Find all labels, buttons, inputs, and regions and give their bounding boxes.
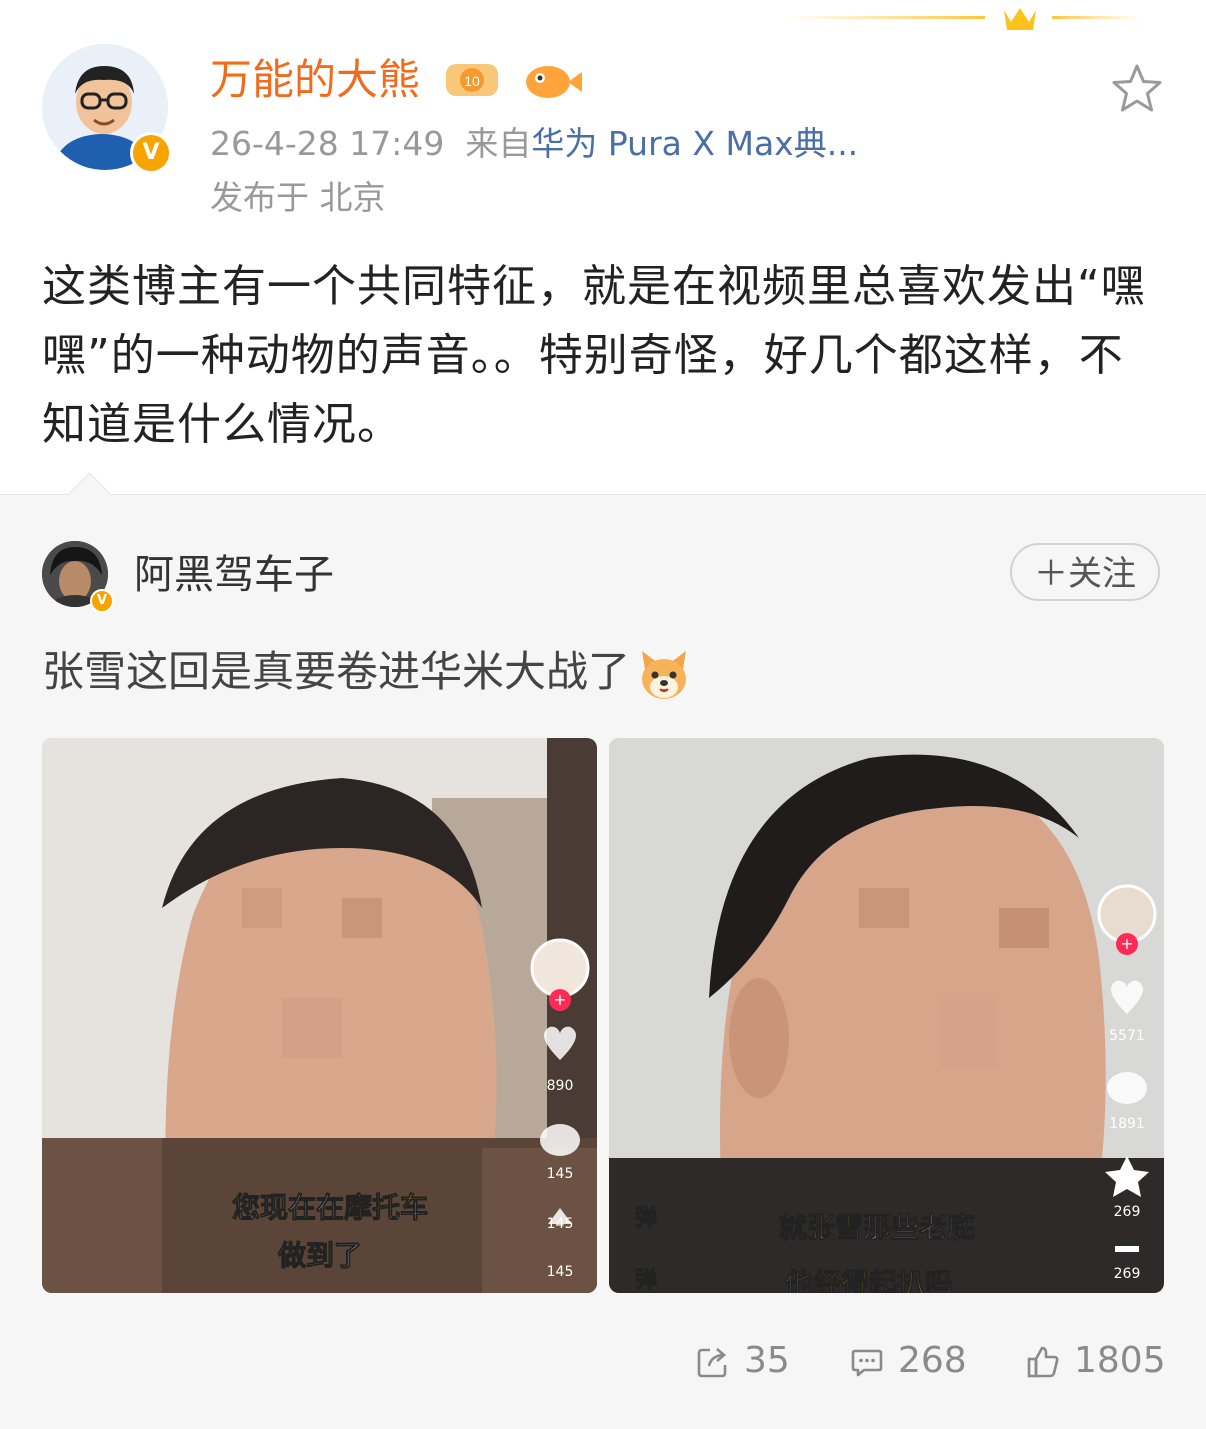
video2-share-count: 269 (1113, 1266, 1141, 1282)
video1-extra-count: 145 (546, 1264, 574, 1280)
comment-count: 268 (898, 1340, 967, 1381)
repost-body-text: 张雪这回是真要卷进华米大战了 (42, 647, 631, 696)
crown-decoration-icon (780, 8, 1142, 30)
reposted-card[interactable]: V 阿黑驾车子 ＋关注 张雪这回是真要卷进华米大战了 + 890 145 145… (0, 472, 1206, 1429)
thumbs-up-icon (1027, 1346, 1059, 1378)
video1-share-count: 145 (546, 1216, 574, 1232)
video2-favorite-count: 269 (1113, 1204, 1141, 1220)
video2-danmaku-label-1[interactable]: 弹 (634, 1200, 657, 1232)
post-meta: 26-4-28 17:49 来自华为 Pura X Max典... (210, 122, 858, 166)
favorite-star-icon[interactable] (1110, 62, 1164, 116)
svg-text:+: + (553, 990, 566, 1009)
video1-caption-line1: 您现在在摩托车 (231, 1191, 429, 1225)
post-header: V 万能的大熊 10 26-4-28 17:49 来自华为 Pura X Max… (42, 44, 1172, 224)
dog-emoji-icon (642, 650, 687, 699)
video2-comment-count: 1891 (1109, 1116, 1145, 1132)
like-action[interactable]: 1805 (1026, 1331, 1166, 1391)
source-device-link[interactable]: 华为 Pura X Max典... (531, 124, 858, 163)
repost-count: 35 (744, 1340, 790, 1381)
repost-action[interactable]: 35 (696, 1331, 790, 1391)
video-thumbnail-2[interactable]: + 5571 1891 269 269 弹 弹 就张雪那些老底 他经得起扒吗 (609, 738, 1164, 1293)
video2-caption-line1: 就张雪那些老底 (778, 1211, 976, 1245)
comment-action[interactable]: 268 (850, 1331, 967, 1391)
svg-text:+: + (1120, 934, 1133, 953)
repost-verified-badge-icon: V (90, 589, 114, 613)
video-thumbnail-1[interactable]: + 890 145 145 145 您现在在摩托车 做到了 (42, 738, 597, 1293)
author-name[interactable]: 万能的大熊 (210, 54, 420, 106)
post-location: 发布于 北京 (210, 178, 386, 217)
repost-body: 张雪这回是真要卷进华米大战了 (42, 641, 692, 703)
repost-icon (697, 1348, 727, 1378)
comment-icon (851, 1349, 883, 1377)
source-prefix: 来自 (465, 124, 532, 163)
card-notch (67, 472, 112, 517)
member-badges-icon: 10 (446, 64, 582, 98)
post-time: 26-4-28 17:49 (210, 124, 445, 163)
video2-caption-line2: 他经得起扒吗 (784, 1267, 954, 1294)
like-count: 1805 (1074, 1340, 1166, 1381)
video1-caption-line2: 做到了 (277, 1239, 363, 1273)
video2-danmaku-label-2[interactable]: 弹 (634, 1262, 657, 1294)
verified-badge-icon: V (130, 132, 172, 174)
post-body-text: 这类博主有一个共同特征，就是在视频里总喜欢发出“嘿嘿”的一种动物的声音。。特别奇… (42, 261, 1146, 450)
video1-comment-count: 145 (546, 1166, 574, 1182)
video1-like-count: 890 (546, 1078, 574, 1094)
follow-button[interactable]: ＋关注 (1010, 543, 1160, 601)
repost-author-name[interactable]: 阿黑驾车子 (134, 547, 334, 603)
svg-text:10: 10 (464, 73, 480, 89)
video2-like-count: 5571 (1109, 1028, 1145, 1044)
